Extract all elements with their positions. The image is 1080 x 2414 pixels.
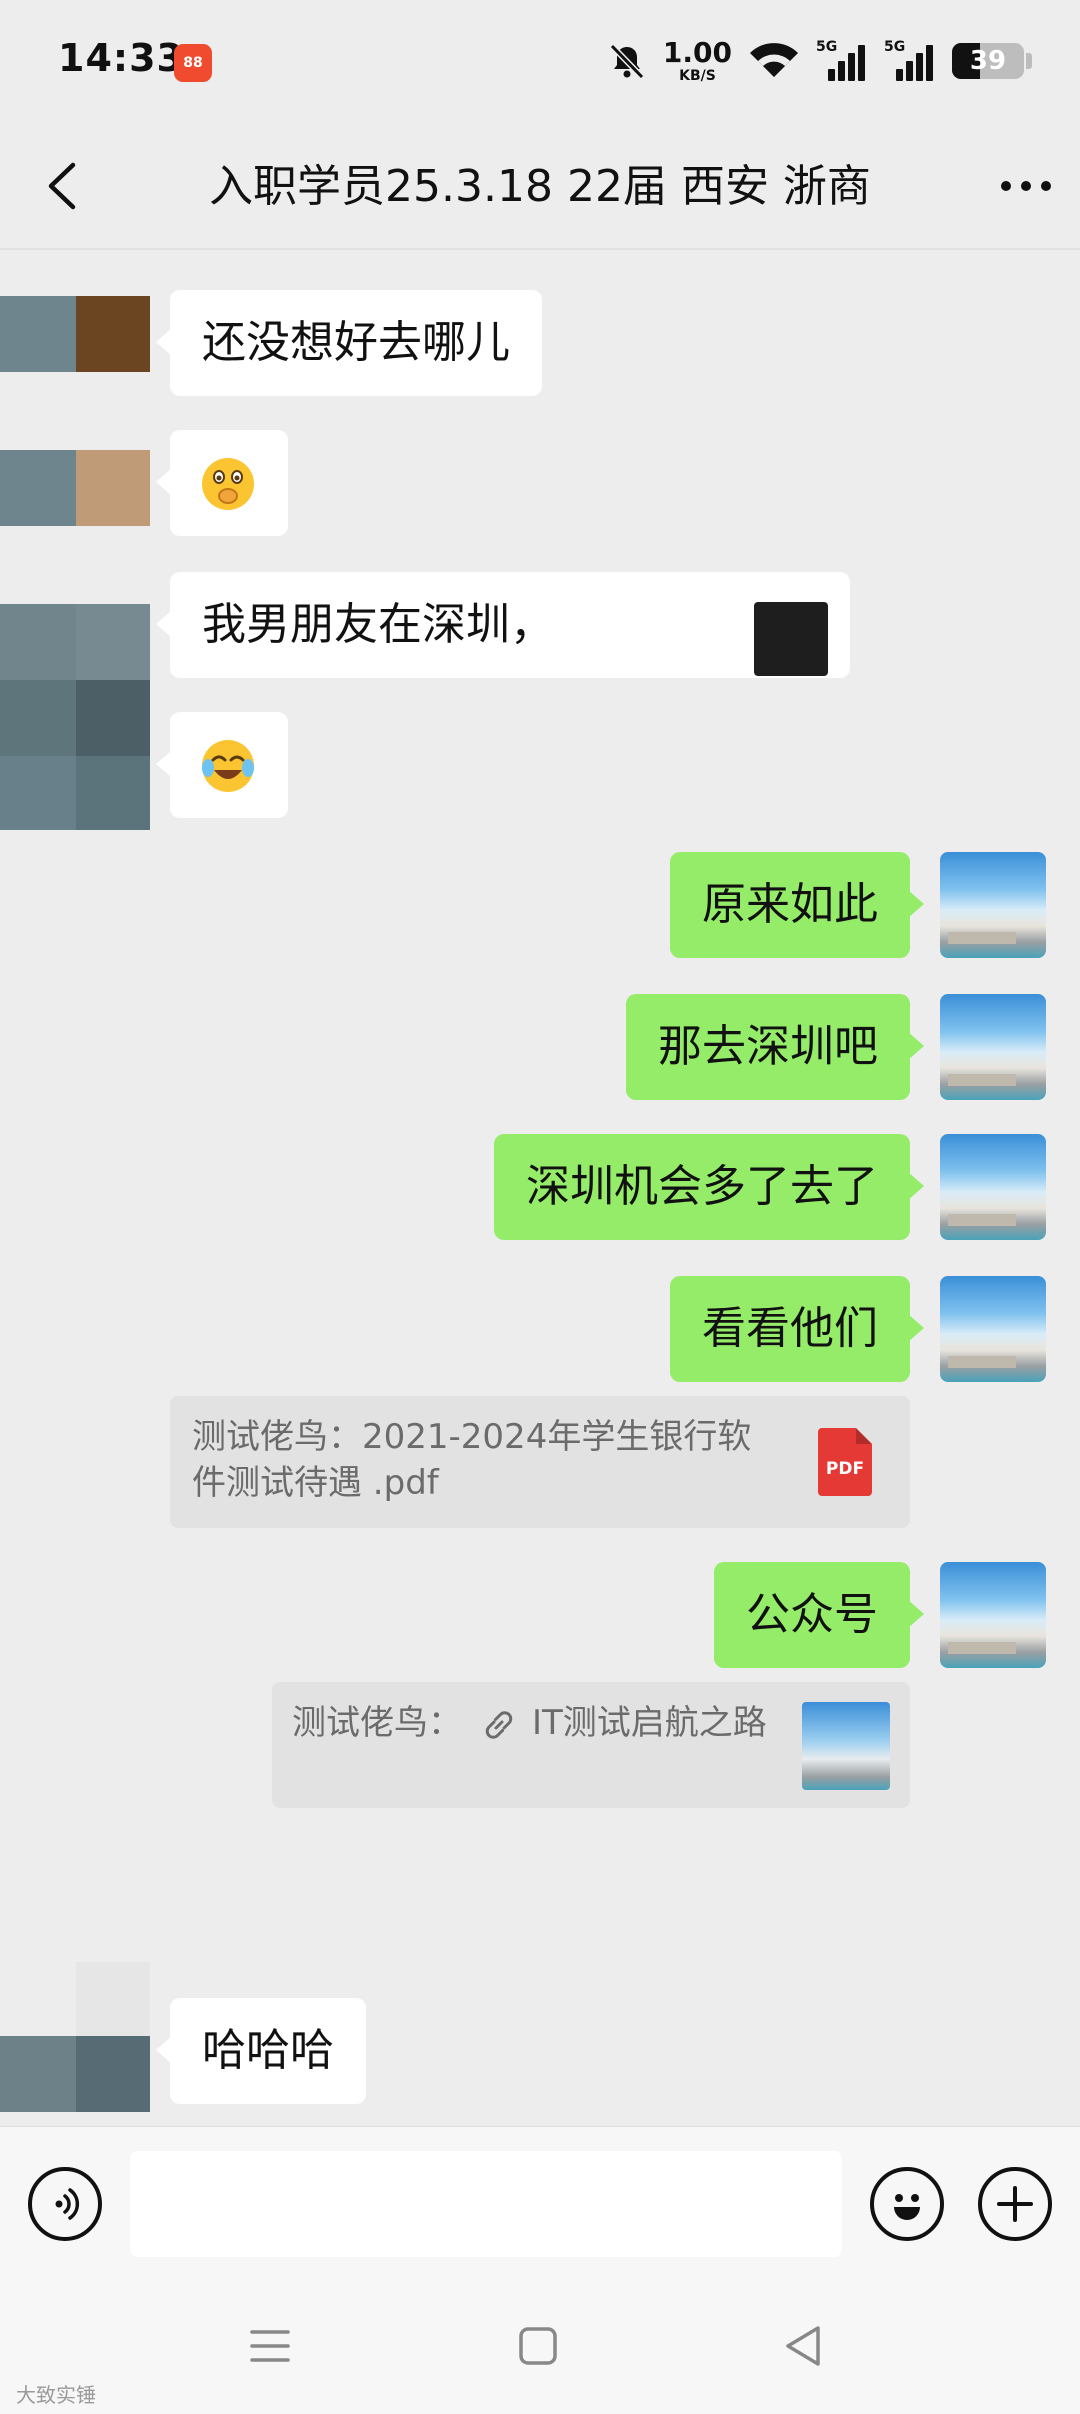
- network-speed: 1.00 KB/S: [662, 36, 732, 84]
- message-bubble[interactable]: 哈哈哈: [156, 1998, 366, 2104]
- message-bubble[interactable]: 深圳机会多了去了: [494, 1134, 924, 1240]
- sender-avatar[interactable]: [0, 604, 150, 830]
- voice-button[interactable]: [28, 2167, 102, 2241]
- message-bubble[interactable]: 我男朋友在深圳，: [156, 572, 850, 678]
- message-bubble[interactable]: [156, 430, 288, 536]
- signal-icon-sim1: 5G: [816, 39, 868, 83]
- message-bubble[interactable]: 看看他们: [670, 1276, 924, 1382]
- chat-title: 入职学员25.3.18 22届 西安 浙商: [209, 161, 871, 212]
- back-icon: [48, 162, 76, 210]
- battery-tip: [1026, 53, 1032, 69]
- watermark: 大致实锤: [16, 2383, 96, 2407]
- quoted-file-message[interactable]: 测试佬鸟：2021-2024年学生银行软 件测试待遇 .pdf PDF: [170, 1396, 910, 1528]
- my-avatar[interactable]: [940, 1276, 1046, 1382]
- message-bubble[interactable]: [156, 712, 288, 818]
- plus-icon: [997, 2186, 1033, 2222]
- mute-bell-icon: [609, 43, 645, 80]
- quoted-link-sender: 测试佬鸟：: [292, 1703, 462, 1743]
- back-triangle-icon[interactable]: [782, 2324, 824, 2368]
- input-bar: [0, 2126, 1080, 2282]
- message-bubble[interactable]: 还没想好去哪儿: [156, 290, 542, 396]
- face-with-tears-of-joy-emoji-icon: [202, 740, 254, 792]
- network-speed-unit: KB/S: [679, 68, 716, 84]
- link-icon: [485, 1711, 513, 1739]
- sender-avatar[interactable]: [0, 1962, 150, 2112]
- pdf-file-icon: PDF: [818, 1428, 872, 1496]
- my-avatar[interactable]: [940, 852, 1046, 958]
- back-button[interactable]: [30, 154, 94, 218]
- more-button[interactable]: [994, 154, 1058, 218]
- battery-icon: 39: [952, 43, 1024, 79]
- message-text: 深圳机会多了去了: [526, 1161, 878, 1212]
- message-text: 那去深圳吧: [658, 1021, 878, 1072]
- redacted-block: [754, 602, 828, 676]
- message-text: 哈哈哈: [202, 2025, 334, 2076]
- network-speed-value: 1.00: [662, 36, 732, 69]
- emoji-button[interactable]: [870, 2167, 944, 2241]
- message-text: 我男朋友在深圳，: [202, 599, 554, 650]
- sim1-label: 5G: [816, 39, 838, 55]
- signal-icon-sim2: 5G: [884, 39, 936, 83]
- quoted-link-title: IT测试启航之路: [532, 1703, 767, 1743]
- status-icons: 1.00 KB/S 5G 5G 39: [607, 36, 1032, 86]
- system-navigation-bar: 大致实锤: [0, 2282, 1080, 2414]
- sender-avatar[interactable]: [0, 296, 150, 372]
- chat-header: 入职学员25.3.18 22届 西安 浙商: [0, 128, 1080, 250]
- quoted-file-line1: 测试佬鸟：2021-2024年学生银行软: [192, 1417, 752, 1457]
- message-text: 原来如此: [702, 879, 878, 930]
- status-time: 14:33: [58, 36, 184, 80]
- message-text: 公众号: [746, 1589, 878, 1640]
- voice-icon: [55, 2188, 80, 2220]
- emoji-icon: [894, 2194, 920, 2220]
- message-bubble[interactable]: 原来如此: [670, 852, 924, 958]
- wifi-icon: [750, 43, 798, 77]
- sim2-label: 5G: [884, 39, 906, 55]
- battery-level: 39: [969, 46, 1007, 76]
- my-avatar[interactable]: [940, 1562, 1046, 1668]
- my-avatar[interactable]: [940, 994, 1046, 1100]
- quoted-link-message[interactable]: 测试佬鸟： IT测试启航之路: [272, 1682, 910, 1808]
- menu-icon[interactable]: [248, 2326, 292, 2366]
- home-icon[interactable]: [518, 2326, 558, 2366]
- link-thumbnail: [802, 1702, 890, 1790]
- message-bubble[interactable]: 公众号: [714, 1562, 924, 1668]
- message-text: 看看他们: [702, 1303, 878, 1354]
- app-notification-icon: 88: [174, 44, 212, 82]
- message-input[interactable]: [130, 2151, 842, 2257]
- message-text: 还没想好去哪儿: [202, 317, 510, 368]
- face-with-hand-over-mouth-emoji-icon: [202, 458, 254, 510]
- more-icon: [1001, 181, 1051, 191]
- status-bar: 14:33 88 1.00 KB/S 5G 5G 39: [0, 0, 1080, 128]
- sender-avatar[interactable]: [0, 450, 150, 526]
- my-avatar[interactable]: [940, 1134, 1046, 1240]
- quoted-file-line2: 件测试待遇 .pdf: [192, 1463, 439, 1503]
- message-bubble[interactable]: 那去深圳吧: [626, 994, 924, 1100]
- more-actions-button[interactable]: [978, 2167, 1052, 2241]
